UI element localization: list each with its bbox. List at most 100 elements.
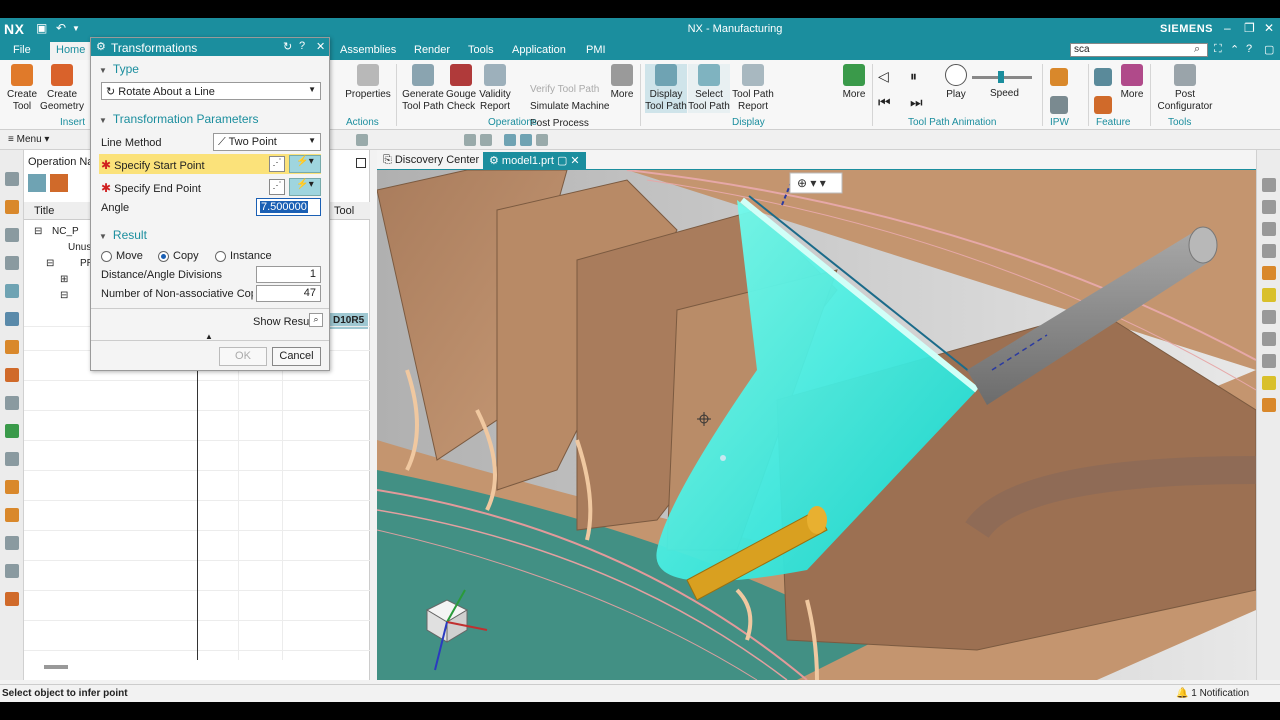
light-icon[interactable] <box>1262 376 1276 390</box>
section-type[interactable]: ▼ Type <box>99 62 139 76</box>
display-tool-path-button[interactable]: Display Tool Path <box>645 64 687 113</box>
resource-icon[interactable] <box>5 396 19 410</box>
collapse-icon[interactable]: ⊟ <box>60 290 68 301</box>
section-result[interactable]: ▼ Result <box>99 228 147 242</box>
ipw-icon[interactable] <box>1050 68 1068 86</box>
resource-icon[interactable] <box>5 200 19 214</box>
post-process-button[interactable]: Post Process <box>530 118 589 129</box>
line-method-select[interactable]: ⟋ Two Point ▼ <box>213 133 321 151</box>
minimize-icon[interactable]: – <box>1224 21 1231 35</box>
snap-point-icon[interactable]: ⊕ ▾ ▾ <box>797 176 826 190</box>
tab-home[interactable]: Home <box>50 42 92 60</box>
command-search-input[interactable]: sca <box>1070 43 1208 57</box>
column-tool[interactable]: Tool <box>334 205 354 217</box>
menu-button[interactable]: ≡ Menu ▾ <box>8 134 49 145</box>
type-select[interactable]: ↻ Rotate About a Line ▼ <box>101 82 321 100</box>
gear-icon[interactable]: ⚙ <box>96 40 106 53</box>
resource-icon[interactable] <box>5 592 19 606</box>
inferred-point-dropdown[interactable]: ⚡▾ <box>289 178 321 196</box>
column-divider[interactable] <box>197 326 198 660</box>
restore-icon[interactable]: ❐ <box>1244 21 1255 35</box>
more-operations-button[interactable]: More <box>608 64 636 101</box>
more-display-button[interactable]: More <box>840 64 868 101</box>
ipw-settings-icon[interactable] <box>1050 96 1068 114</box>
collapse-arrow-icon[interactable]: ▲ <box>205 332 213 341</box>
tool-path-report-button[interactable]: Tool Path Report <box>732 64 774 113</box>
create-geometry-button[interactable]: Create Geometry <box>40 64 84 113</box>
resource-icon[interactable] <box>5 340 19 354</box>
pause-icon[interactable]: ⏸ <box>910 68 917 85</box>
play-button[interactable]: Play <box>942 64 970 101</box>
close-icon[interactable]: ✕ <box>316 40 325 53</box>
visibility-icon[interactable] <box>1262 178 1276 192</box>
help-icon[interactable]: ? <box>299 40 305 52</box>
collapse-icon[interactable]: ⊟ <box>46 258 54 269</box>
resource-icon[interactable] <box>5 536 19 550</box>
eye-icon[interactable] <box>1262 222 1276 236</box>
lightning-icon[interactable] <box>1262 288 1276 302</box>
resource-icon[interactable] <box>5 368 19 382</box>
angle-input[interactable]: 7.500000 <box>256 198 321 216</box>
speed-slider-handle[interactable] <box>998 71 1004 83</box>
maximize-panel-icon[interactable] <box>356 158 366 168</box>
resource-icon[interactable] <box>5 508 19 522</box>
feature-icon[interactable] <box>1094 68 1112 86</box>
more-feature-button[interactable]: More <box>1118 64 1146 101</box>
section-transformation-parameters[interactable]: ▼ Transformation Parameters <box>99 112 259 126</box>
layers-icon[interactable] <box>1262 244 1276 258</box>
view-icon[interactable] <box>520 134 532 146</box>
horizontal-scrollbar[interactable] <box>44 665 68 669</box>
copies-input[interactable]: 47 <box>256 285 321 302</box>
close-window-icon[interactable]: ✕ <box>1264 21 1274 35</box>
graphics-window[interactable]: ⊕ ▾ ▾ <box>377 170 1256 680</box>
tab-assemblies[interactable]: Assemblies <box>340 44 396 56</box>
properties-button[interactable]: Properties <box>344 64 392 101</box>
fullscreen-icon[interactable]: ⛶ <box>1214 43 1222 56</box>
validity-report-button[interactable]: Validity Report <box>478 64 512 113</box>
cancel-button[interactable]: Cancel <box>272 347 321 366</box>
gouge-check-button[interactable]: Gouge Check <box>446 64 476 113</box>
rewind-icon[interactable]: ⏮ <box>878 94 891 111</box>
operation-navigator-icon[interactable] <box>5 284 19 298</box>
expand-icon[interactable]: ⊞ <box>60 274 68 285</box>
measure-icon[interactable] <box>1262 354 1276 368</box>
resource-icon[interactable] <box>5 452 19 466</box>
view-icon[interactable] <box>504 134 516 146</box>
tab-discovery-center[interactable]: ⎘ Discovery Center <box>377 152 485 170</box>
copy-radio[interactable] <box>158 251 169 262</box>
resource-icon[interactable] <box>5 480 19 494</box>
move-radio[interactable] <box>101 251 112 262</box>
play-icon[interactable] <box>1262 200 1276 214</box>
snap-icon[interactable] <box>464 134 476 146</box>
part-icon[interactable] <box>1262 266 1276 280</box>
dialog-title-bar[interactable]: ⚙ Transformations ↻ ? ✕ <box>91 38 329 56</box>
section-icon[interactable] <box>1262 332 1276 346</box>
column-title[interactable]: Title <box>34 205 54 217</box>
program-order-view-icon[interactable] <box>28 174 46 192</box>
simulate-machine-button[interactable]: Simulate Machine <box>530 101 609 112</box>
post-configurator-button[interactable]: Post Configurator <box>1154 64 1216 113</box>
fast-forward-icon[interactable]: ⏭ <box>910 94 923 111</box>
create-tool-button[interactable]: Create Tool <box>6 64 38 113</box>
generate-tool-path-button[interactable]: Generate Tool Path <box>402 64 444 113</box>
snap-icon[interactable] <box>480 134 492 146</box>
show-result-icon[interactable]: ⌕ <box>309 313 323 327</box>
tab-pmi[interactable]: PMI <box>586 44 606 56</box>
tab-model1[interactable]: ⚙ model1.prt ▢ ✕ <box>483 152 586 170</box>
point-dialog-button[interactable]: ⋰ <box>269 179 285 195</box>
resource-icon[interactable] <box>5 256 19 270</box>
help-icon[interactable]: ? <box>1246 43 1252 55</box>
tab-render[interactable]: Render <box>414 44 450 56</box>
step-back-icon[interactable]: ◁ <box>878 68 889 85</box>
inferred-point-dropdown[interactable]: ⚡▾ <box>289 155 321 173</box>
window-menu-icon[interactable]: ▢ <box>1264 43 1274 56</box>
divisions-input[interactable]: 1 <box>256 266 321 283</box>
ok-button[interactable]: OK <box>219 347 267 366</box>
tab-file[interactable]: File <box>13 44 31 56</box>
select-tool-path-button[interactable]: Select Tool Path <box>688 64 730 113</box>
machine-tool-view-icon[interactable] <box>50 174 68 192</box>
reset-icon[interactable]: ↻ <box>283 40 292 53</box>
render-icon[interactable] <box>1262 398 1276 412</box>
point-dialog-button[interactable]: ⋰ <box>269 156 285 172</box>
view-icon[interactable] <box>536 134 548 146</box>
